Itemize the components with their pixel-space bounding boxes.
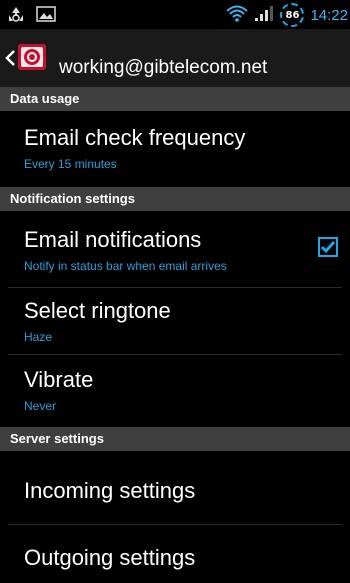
pref-incoming-settings[interactable]: Incoming settings [0, 451, 350, 524]
pref-summary: Never [24, 399, 57, 413]
status-time: 14:22 [310, 6, 348, 24]
pref-title: Select ringtone [24, 298, 171, 323]
section-header-data-usage: Data usage [0, 87, 350, 111]
pref-email-check-frequency[interactable]: Email check frequency Every 15 minutes [0, 111, 350, 187]
notifications-checkbox[interactable] [318, 237, 338, 257]
pref-summary: Every 15 minutes [24, 157, 117, 171]
section-label: Notification settings [10, 191, 135, 206]
pref-email-notifications[interactable]: Email notifications Notify in status bar… [0, 211, 350, 287]
picture-icon [36, 5, 56, 28]
chevron-left-icon[interactable] [4, 49, 16, 67]
action-bar[interactable]: working@gibtelecom.net [0, 29, 350, 88]
pref-title: Vibrate [24, 367, 94, 392]
account-title: working@gibtelecom.net [59, 57, 268, 78]
pref-title: Outgoing settings [24, 545, 196, 570]
checkmark-icon [320, 241, 336, 254]
pref-summary: Notify in status bar when email arrives [24, 259, 227, 273]
wifi-icon [226, 4, 249, 27]
section-header-server: Server settings [0, 427, 350, 451]
email-app-icon[interactable] [18, 44, 46, 70]
section-label: Data usage [10, 91, 80, 106]
pref-title: Email check frequency [24, 125, 246, 150]
status-right: 86 14:22 [226, 3, 348, 27]
pref-title: Incoming settings [24, 478, 196, 503]
pref-title: Email notifications [24, 227, 202, 252]
status-bar: 86 14:22 [0, 0, 350, 29]
signal-icon [254, 4, 274, 27]
status-left-icons [6, 5, 56, 28]
pref-select-ringtone[interactable]: Select ringtone Haze [0, 288, 350, 354]
section-label: Server settings [10, 431, 104, 446]
battery-indicator: 86 [280, 3, 305, 27]
recycle-icon [6, 5, 26, 28]
section-header-notification: Notification settings [0, 187, 350, 211]
pref-outgoing-settings[interactable]: Outgoing settings [0, 525, 350, 583]
pref-vibrate[interactable]: Vibrate Never [0, 355, 350, 427]
pref-summary: Haze [24, 330, 53, 344]
